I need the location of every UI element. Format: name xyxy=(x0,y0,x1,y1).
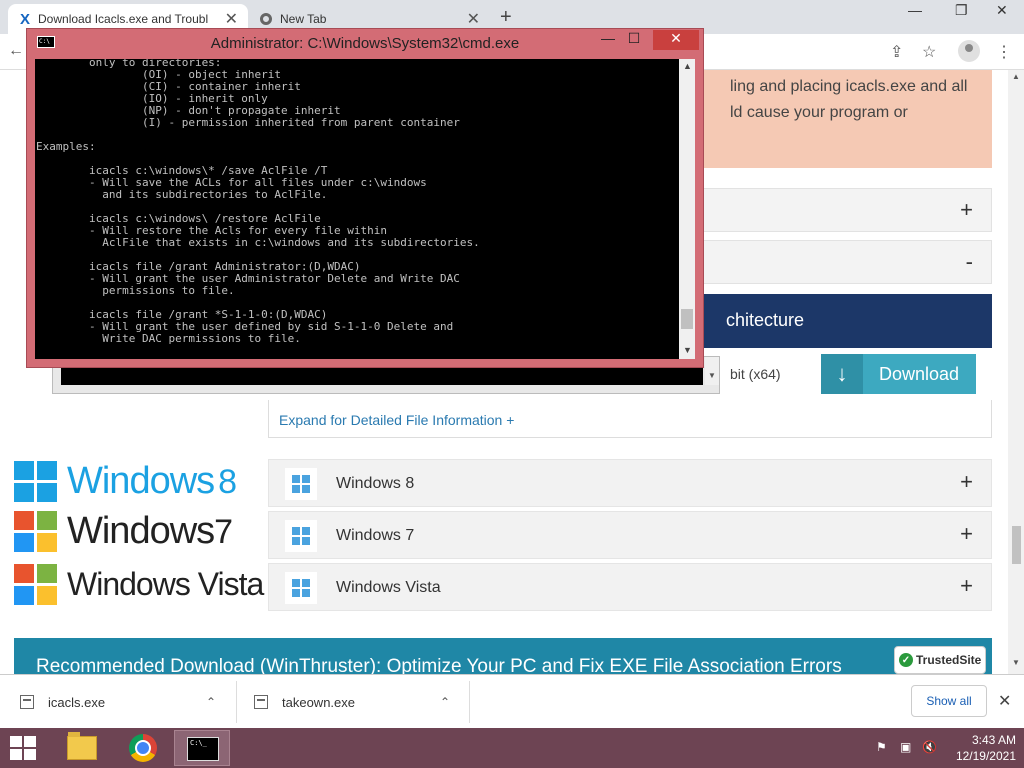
os-row-windows-8[interactable]: Windows 8 + xyxy=(268,459,992,507)
architecture-header: chitecture xyxy=(700,294,992,348)
windows-tile-icon xyxy=(285,520,317,552)
console-output[interactable]: only to directories: (OI) - object inher… xyxy=(35,59,679,359)
chevron-up-icon[interactable]: ⌃ xyxy=(206,695,216,709)
collapse-icon[interactable]: - xyxy=(966,249,973,275)
scroll-down-icon[interactable]: ▼ xyxy=(1012,658,1020,667)
download-filename: takeown.exe xyxy=(282,694,355,710)
divider xyxy=(469,681,470,723)
windows-vista-logo: Windows Vista xyxy=(14,564,264,605)
close-icon[interactable]: ✕ xyxy=(998,691,1011,711)
clock-time: 3:43 AM xyxy=(971,733,1016,747)
file-icon xyxy=(254,695,268,709)
taskbar-cmd[interactable]: C:\_ xyxy=(174,730,230,766)
taskbar: C:\_ ⚑ ▣ 🔇 3:43 AM 12/19/2021 xyxy=(0,728,1024,768)
download-filename: icacls.exe xyxy=(48,694,106,710)
scroll-up-icon[interactable]: ▲ xyxy=(1012,72,1020,81)
expand-details-row[interactable]: Expand for Detailed File Information + xyxy=(268,400,992,438)
cmd-icon: C:\_ xyxy=(187,737,219,761)
windows-flag-icon xyxy=(14,564,57,605)
windows-tile-icon xyxy=(285,468,317,500)
star-icon[interactable]: ☆ xyxy=(922,42,936,62)
new-tab-button[interactable]: + xyxy=(500,6,512,29)
chrome-icon xyxy=(129,734,157,762)
windows-start-icon[interactable] xyxy=(10,736,36,760)
cmd-titlebar[interactable]: C:\ Administrator: C:\Windows\System32\c… xyxy=(27,29,703,55)
os-row-label: Windows 7 xyxy=(336,527,415,544)
cmd-close-button[interactable]: ✕ xyxy=(653,30,699,50)
recommended-download-banner[interactable]: Recommended Download (WinThruster): Opti… xyxy=(14,638,992,674)
show-all-button[interactable]: Show all xyxy=(911,685,987,717)
windows7-logo: Windows7 xyxy=(14,510,233,553)
window-close-button[interactable]: ✕ xyxy=(996,2,1008,19)
windows7-logo-text: Windows7 xyxy=(67,510,233,552)
taskbar-file-explorer[interactable] xyxy=(53,730,109,766)
folder-icon xyxy=(67,732,97,760)
scroll-down-icon[interactable]: ▼ xyxy=(683,345,692,355)
download-item-icacls[interactable]: icacls.exe ⌃ xyxy=(20,675,230,729)
windows8-logo-text: Windows 8 xyxy=(67,460,237,502)
scrollbar-thumb[interactable] xyxy=(681,309,693,329)
file-icon xyxy=(20,695,34,709)
scroll-up-icon[interactable]: ▲ xyxy=(683,61,692,71)
bit-label: bit (x64) xyxy=(730,366,781,382)
expand-details-link[interactable]: Expand for Detailed File Information + xyxy=(279,412,514,428)
scrollbar-thumb[interactable] xyxy=(1012,526,1021,564)
recommended-download-text[interactable]: Recommended Download (WinThruster): Opti… xyxy=(36,656,842,674)
console-text: only to directories: (OI) - object inher… xyxy=(36,59,480,345)
page-scrollbar[interactable]: ▲ ▼ xyxy=(1008,70,1024,674)
trustedsite-badge[interactable]: ✓ TrustedSite xyxy=(894,646,986,674)
tab-title: Download Icacls.exe and Trouble xyxy=(38,12,209,26)
download-arrow-icon: ↓ xyxy=(821,354,863,394)
download-button[interactable]: ↓ Download xyxy=(821,354,976,394)
windows-vista-logo-text: Windows Vista xyxy=(67,566,264,602)
avatar-icon[interactable] xyxy=(958,40,980,62)
cmd-maximize-button[interactable]: ☐ xyxy=(621,30,647,50)
windows-flag-icon xyxy=(14,461,57,502)
site-x-logo-icon: X xyxy=(20,10,31,28)
volume-muted-icon[interactable]: 🔇 xyxy=(922,740,937,754)
expand-icon[interactable]: + xyxy=(960,521,973,547)
scroll-down-icon[interactable]: ▼ xyxy=(705,357,719,385)
action-center-icon[interactable]: ⚑ xyxy=(876,740,887,754)
share-icon[interactable]: ⇪ xyxy=(890,42,903,62)
system-clock[interactable]: 3:43 AM 12/19/2021 xyxy=(940,732,1016,764)
console-scrollbar[interactable]: ▲ ▼ xyxy=(679,59,695,359)
cmd-minimize-button[interactable]: — xyxy=(595,30,621,50)
info-banner: ling and placing icacls.exe and all ld c… xyxy=(700,70,992,168)
minimize-button[interactable]: — xyxy=(908,2,922,18)
windows-flag-icon xyxy=(14,511,57,552)
downloads-bar: icacls.exe ⌃ takeown.exe ⌃ Show all ✕ xyxy=(0,674,1024,728)
os-row-label: Windows 8 xyxy=(336,475,415,492)
taskbar-chrome[interactable] xyxy=(115,730,171,766)
chevron-up-icon[interactable]: ⌃ xyxy=(440,695,450,709)
expand-icon[interactable]: + xyxy=(960,469,973,495)
chrome-icon xyxy=(260,13,272,25)
network-icon[interactable]: ▣ xyxy=(900,740,911,754)
download-item-takeown[interactable]: takeown.exe ⌃ xyxy=(254,675,464,729)
os-row-label: Windows Vista xyxy=(336,579,441,596)
expand-icon[interactable]: + xyxy=(960,197,973,223)
windows-tile-icon xyxy=(285,572,317,604)
banner-text: ling and placing icacls.exe and all ld c… xyxy=(730,78,968,121)
tab-title: New Tab xyxy=(280,12,327,26)
close-icon[interactable]: ✕ xyxy=(225,9,238,29)
clock-date: 12/19/2021 xyxy=(955,749,1016,763)
close-icon[interactable]: ✕ xyxy=(467,9,480,29)
divider xyxy=(236,681,237,723)
os-row-windows-vista[interactable]: Windows Vista + xyxy=(268,563,992,611)
architecture-title: chitecture xyxy=(726,310,805,330)
back-arrow-icon[interactable]: ← xyxy=(8,42,24,60)
trustedsite-label: TrustedSite xyxy=(916,653,982,667)
check-icon: ✓ xyxy=(899,653,913,667)
cmd-window[interactable]: C:\ Administrator: C:\Windows\System32\c… xyxy=(26,28,704,368)
restore-button[interactable]: ❐ xyxy=(955,2,968,19)
os-row-windows-7[interactable]: Windows 7 + xyxy=(268,511,992,559)
kebab-menu-icon[interactable]: ⋮ xyxy=(996,42,1012,62)
expand-icon[interactable]: + xyxy=(960,573,973,599)
download-button-label: Download xyxy=(879,363,960,384)
windows8-logo: Windows 8 xyxy=(14,460,237,503)
